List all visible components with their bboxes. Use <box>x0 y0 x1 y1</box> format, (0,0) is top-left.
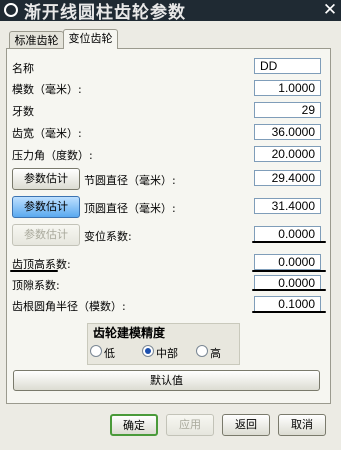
pitch-diameter-field[interactable]: 29.4000 <box>254 170 321 186</box>
handwritten-underline <box>252 241 326 243</box>
module-label: 模数（毫米）: <box>12 83 82 96</box>
pressure-angle-label: 压力角（度数）: <box>12 149 93 162</box>
tip-diameter-label: 顶圆直径（毫米）: <box>84 202 176 215</box>
close-button[interactable]: ✕ <box>321 1 339 19</box>
pressure-angle-field[interactable]: 20.0000 <box>254 146 321 162</box>
shift-coef-field[interactable]: 0.0000 <box>254 226 321 242</box>
clearance-coef-label: 顶隙系数: <box>12 279 60 292</box>
handwritten-underline <box>252 270 326 272</box>
radio-low-label: 低 <box>104 347 115 360</box>
cancel-button[interactable]: 取消 <box>278 414 326 436</box>
handwritten-underline <box>10 270 58 272</box>
radio-high[interactable] <box>196 345 208 357</box>
radio-low[interactable] <box>90 345 102 357</box>
default-values-button[interactable]: 默认值 <box>13 370 320 391</box>
radio-high-label: 高 <box>210 347 221 360</box>
face-width-label: 齿宽（毫米）: <box>12 127 82 140</box>
ok-button[interactable]: 确定 <box>110 414 158 436</box>
tab-variable-gear[interactable]: 变位齿轮 <box>63 29 118 49</box>
radio-medium-label: 中部 <box>156 347 178 360</box>
radio-selected-dot <box>145 348 151 354</box>
back-button[interactable]: 返回 <box>222 414 270 436</box>
name-field[interactable]: DD <box>254 58 321 74</box>
precision-title: 齿轮建模精度 <box>93 326 166 340</box>
tip-diameter-field[interactable]: 31.4000 <box>254 198 321 214</box>
handwritten-underline <box>252 289 326 291</box>
apply-button[interactable]: 应用 <box>166 414 214 436</box>
tab-standard-gear[interactable]: 标准齿轮 <box>9 31 64 49</box>
title-bar: 渐开线圆柱齿轮参数 ✕ <box>0 0 341 23</box>
shift-coef-label: 变位系数: <box>84 230 132 243</box>
teeth-label: 牙数 <box>12 105 34 118</box>
estimate-tip-button[interactable]: 参数估计 <box>12 196 80 218</box>
root-fillet-label: 齿根圆角半径（模数）: <box>12 300 126 313</box>
name-label: 名称 <box>12 62 34 75</box>
addendum-coef-field[interactable]: 0.0000 <box>254 254 321 270</box>
module-field[interactable]: 1.0000 <box>254 80 321 96</box>
app-icon <box>4 3 18 17</box>
root-fillet-field[interactable]: 0.1000 <box>254 296 321 312</box>
teeth-field[interactable]: 29 <box>254 102 321 118</box>
estimate-shift-button[interactable]: 参数估计 <box>12 224 80 246</box>
radio-medium[interactable] <box>142 345 154 357</box>
estimate-pitch-button[interactable]: 参数估计 <box>12 168 80 190</box>
window-title: 渐开线圆柱齿轮参数 <box>24 3 186 23</box>
handwritten-underline <box>252 311 326 313</box>
face-width-field[interactable]: 36.0000 <box>254 124 321 140</box>
pitch-diameter-label: 节圆直径（毫米）: <box>84 174 176 187</box>
